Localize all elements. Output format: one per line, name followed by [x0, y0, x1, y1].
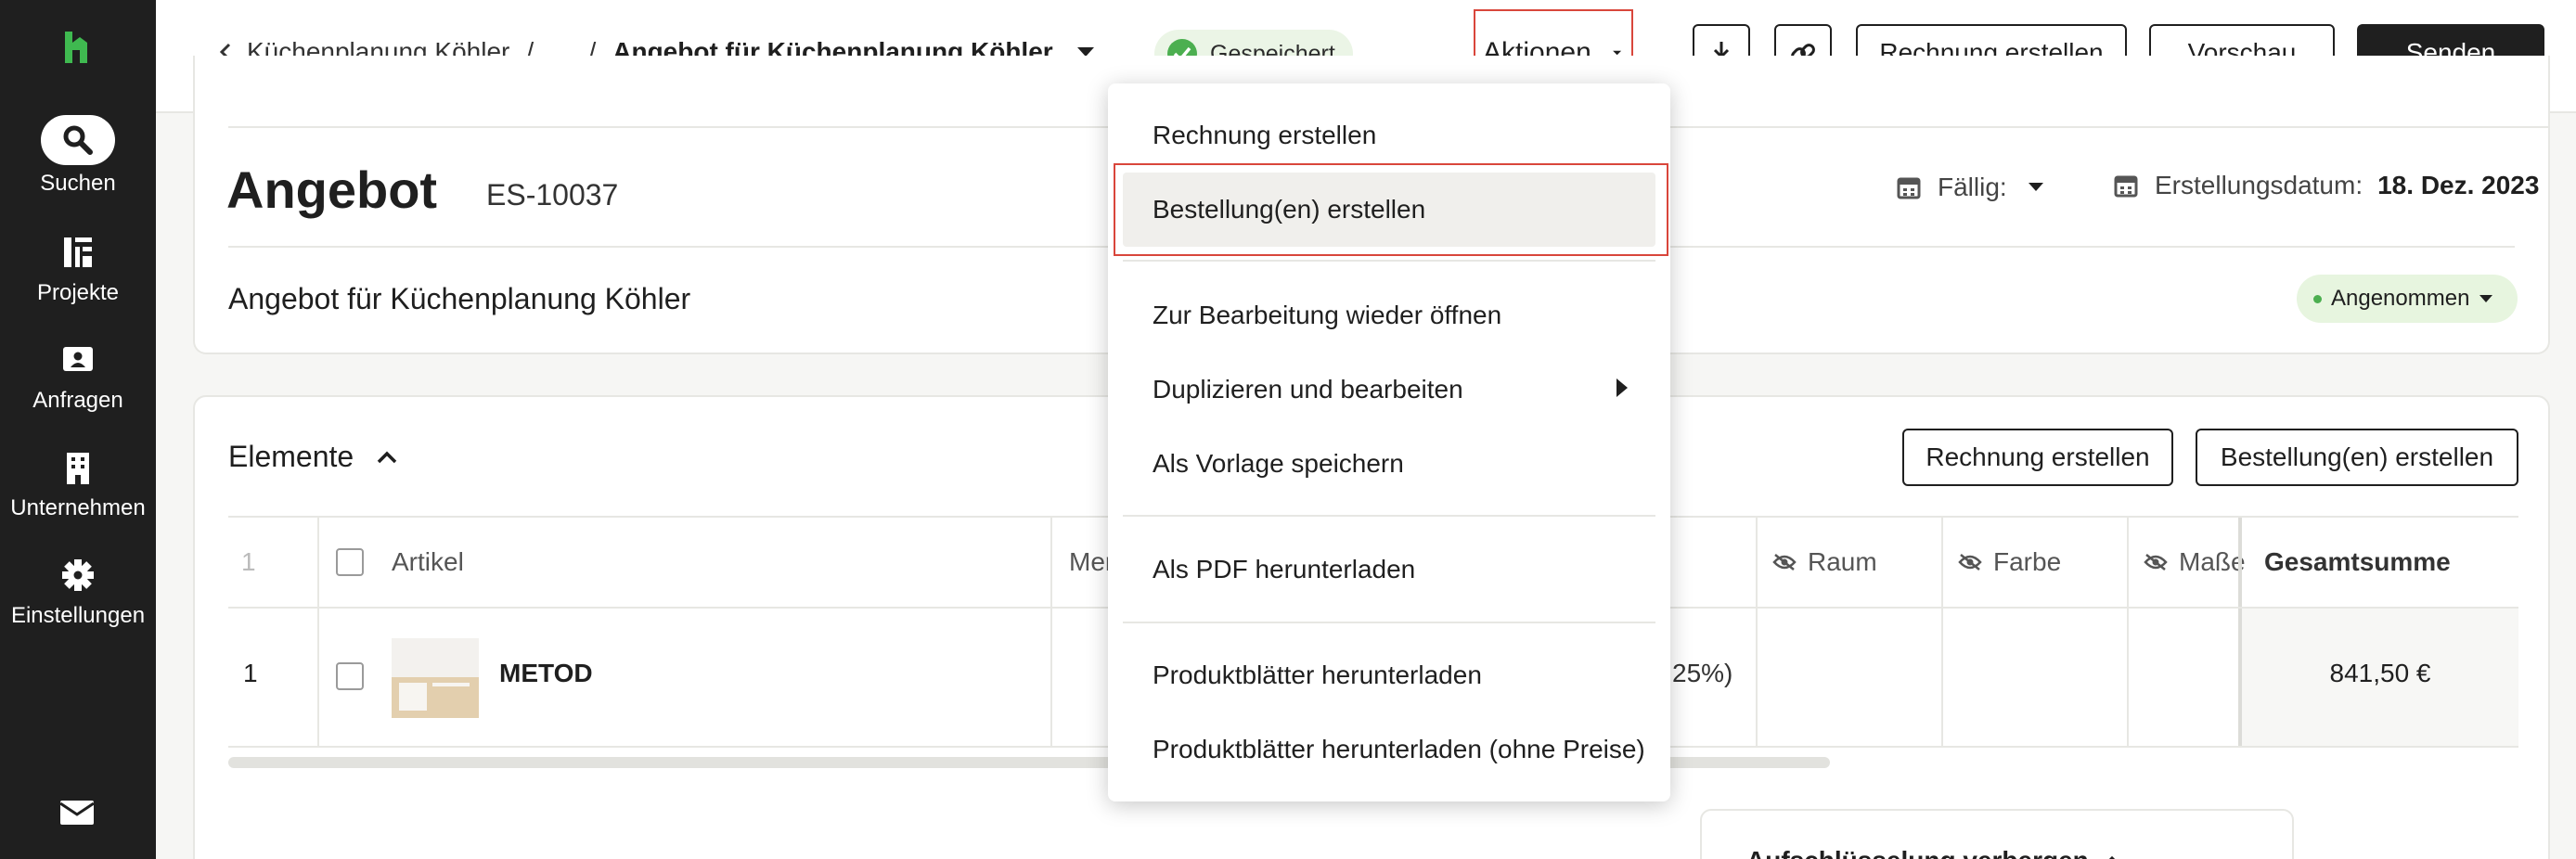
column-room-label: Raum [1808, 547, 1877, 576]
elements-create-invoice-button[interactable]: Rechnung erstellen [1902, 429, 2173, 486]
status-label: Angenommen [2331, 286, 2470, 311]
status-badge[interactable]: Angenommen [2297, 275, 2518, 323]
sidebar-item-search[interactable]: Suchen [0, 115, 156, 197]
menu-item-duplicate-and-edit[interactable]: Duplizieren und bearbeiten [1123, 353, 1655, 427]
sidebar-item-settings[interactable]: Einstellungen [0, 555, 156, 629]
due-date-label: Fällig: [1938, 173, 2007, 201]
sidebar-item-company[interactable]: Unternehmen [0, 447, 156, 521]
search-icon [63, 125, 93, 155]
menu-item-save-as-template[interactable]: Als Vorlage speichern [1123, 427, 1655, 501]
chevron-up-icon [377, 451, 397, 463]
sidebar-item-label: Einstellungen [10, 603, 146, 628]
elements-title: Elemente [228, 440, 354, 473]
menu-item-download-product-sheets[interactable]: Produktblätter herunterladen [1123, 638, 1655, 712]
column-divider [2127, 518, 2129, 607]
sidebar-item-label: Unternehmen [10, 495, 146, 520]
menu-item-download-product-sheets-no-prices[interactable]: Produktblätter herunterladen (ohne Preis… [1123, 712, 1655, 787]
column-divider [2127, 609, 2129, 746]
product-thumbnail [392, 638, 479, 718]
menu-item-label: Duplizieren und bearbeiten [1153, 375, 1463, 404]
created-date-value: 18. Dez. 2023 [2377, 171, 2540, 199]
article-name[interactable]: METOD [499, 659, 593, 688]
row-checkbox[interactable] [336, 662, 364, 690]
app-logo-icon[interactable] [59, 28, 97, 65]
column-color[interactable]: Farbe [1958, 518, 2061, 607]
created-date-label: Erstellungsdatum: [2155, 171, 2363, 199]
breakdown-label: Aufschlüsselung verbergen [1746, 846, 2089, 859]
breakdown-card: Aufschlüsselung verbergen [1700, 809, 2294, 859]
eye-off-icon [1772, 554, 1797, 571]
mail-icon[interactable] [59, 800, 95, 826]
status-dot [2313, 294, 2322, 303]
column-divider [1756, 609, 1758, 746]
column-index: 1 [241, 547, 256, 576]
company-icon [67, 453, 89, 484]
column-dimensions[interactable]: Maße [2144, 518, 2246, 607]
column-color-label: Farbe [1993, 547, 2062, 576]
column-divider [317, 518, 319, 607]
sidebar-item-label: Suchen [40, 171, 116, 196]
calendar-icon [2114, 175, 2138, 198]
row-index: 1 [243, 659, 258, 687]
caret-down-icon [2479, 295, 2493, 302]
sidebar: Suchen Projekte Anfragen Unternehmen Ein… [0, 0, 156, 859]
sidebar-item-label: Anfragen [32, 388, 123, 413]
column-divider [1050, 609, 1052, 746]
column-article[interactable]: Artikel [392, 518, 464, 607]
calendar-icon [1897, 177, 1921, 199]
column-divider [1941, 518, 1943, 607]
eye-off-icon [2144, 554, 2168, 571]
due-date-field[interactable]: Fällig: [1897, 173, 2044, 202]
menu-highlight-box [1114, 163, 1668, 256]
row-partial-value: 25%) [1672, 659, 1733, 687]
chevron-up-icon [2108, 855, 2115, 859]
column-divider [1756, 518, 1758, 607]
sidebar-item-projects[interactable]: Projekte [0, 232, 156, 306]
breakdown-toggle[interactable]: Aufschlüsselung verbergen [1746, 846, 2120, 859]
column-divider [1050, 518, 1052, 607]
menu-item-create-invoice[interactable]: Rechnung erstellen [1123, 98, 1655, 173]
column-divider [317, 609, 319, 746]
page-title: Angebot [226, 160, 438, 219]
elements-create-order-button[interactable]: Bestellung(en) erstellen [2196, 429, 2518, 486]
menu-separator [1123, 515, 1655, 517]
sidebar-item-inquiries[interactable]: Anfragen [0, 340, 156, 414]
document-number: ES-10037 [486, 178, 619, 212]
row-total: 841,50 € [2329, 659, 2431, 687]
inquiries-icon [63, 347, 93, 371]
column-divider [2238, 518, 2242, 607]
menu-item-reopen-for-editing[interactable]: Zur Bearbeitung wieder öffnen [1123, 278, 1655, 353]
select-all-cell[interactable] [336, 518, 364, 607]
column-room[interactable]: Raum [1772, 518, 1877, 607]
sidebar-item-label: Projekte [36, 280, 120, 305]
caret-down-icon [2028, 183, 2043, 191]
document-subtitle: Angebot für Küchenplanung Köhler [228, 282, 691, 315]
menu-separator [1123, 260, 1655, 262]
menu-separator [1123, 622, 1655, 623]
created-date-field: Erstellungsdatum: 18. Dez. 2023 [2114, 171, 2539, 200]
projects-icon [64, 237, 92, 267]
eye-off-icon [1958, 554, 1982, 571]
column-dimensions-label: Maße [2179, 547, 2246, 576]
caret-right-icon [1616, 378, 1628, 397]
settings-icon [62, 559, 94, 591]
column-total[interactable]: Gesamtsumme [2264, 518, 2451, 607]
menu-item-download-pdf[interactable]: Als PDF herunterladen [1123, 532, 1655, 607]
column-divider [1941, 609, 1943, 746]
select-all-checkbox[interactable] [336, 548, 364, 576]
elements-section-toggle[interactable]: Elemente [228, 440, 398, 474]
